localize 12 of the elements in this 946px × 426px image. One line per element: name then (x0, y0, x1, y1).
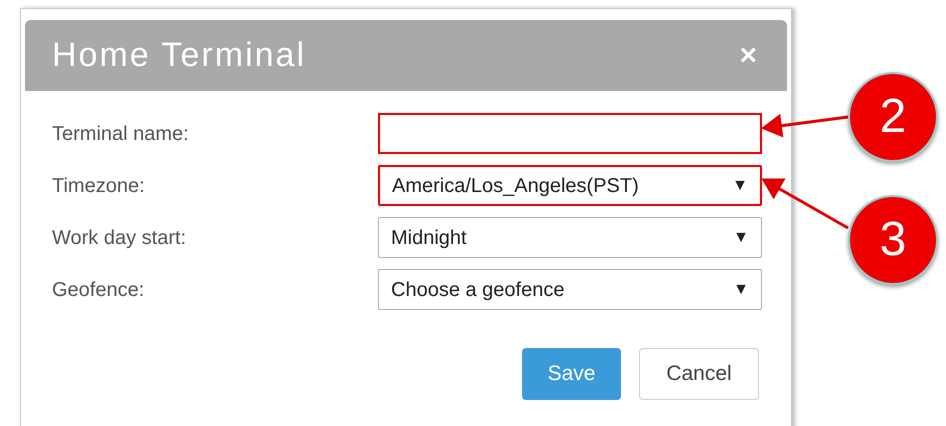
dropdown-field[interactable]: Midnight ▼ (378, 217, 762, 258)
field-label: Geofence: (52, 278, 146, 302)
callout-badge: 3 (848, 195, 938, 285)
dialog-title: Home Terminal (52, 35, 306, 76)
text-field[interactable] (378, 113, 762, 154)
field-label: Timezone: (52, 174, 146, 198)
field-label: Terminal name: (52, 122, 190, 146)
dropdown-field[interactable]: America/Los_Angeles(PST) ▼ (378, 165, 762, 206)
callout-badge: 2 (848, 72, 938, 162)
dropdown-field[interactable]: Choose a geofence ▼ (378, 269, 762, 310)
cancel-button[interactable]: Cancel (639, 348, 759, 400)
field-label: Work day start: (52, 226, 188, 250)
